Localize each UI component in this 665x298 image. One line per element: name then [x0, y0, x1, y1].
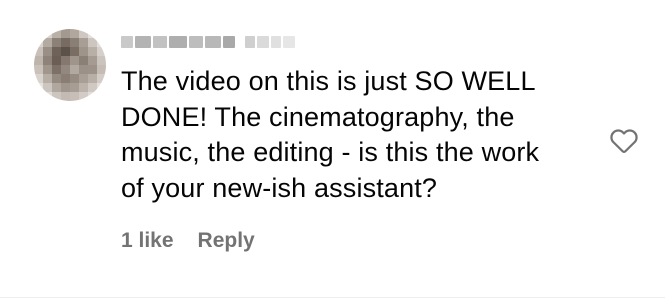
- heart-outline-icon[interactable]: [609, 126, 639, 154]
- reply-button[interactable]: Reply: [198, 229, 255, 253]
- comment-actions: 1 like Reply: [121, 229, 255, 253]
- avatar[interactable]: [34, 29, 106, 101]
- comment-item: The video on this is just SO WELL DONE! …: [0, 0, 665, 298]
- username-blurred[interactable]: [121, 33, 295, 51]
- comment-text: The video on this is just SO WELL DONE! …: [121, 66, 540, 203]
- likes-count-link[interactable]: 1 like: [121, 229, 174, 253]
